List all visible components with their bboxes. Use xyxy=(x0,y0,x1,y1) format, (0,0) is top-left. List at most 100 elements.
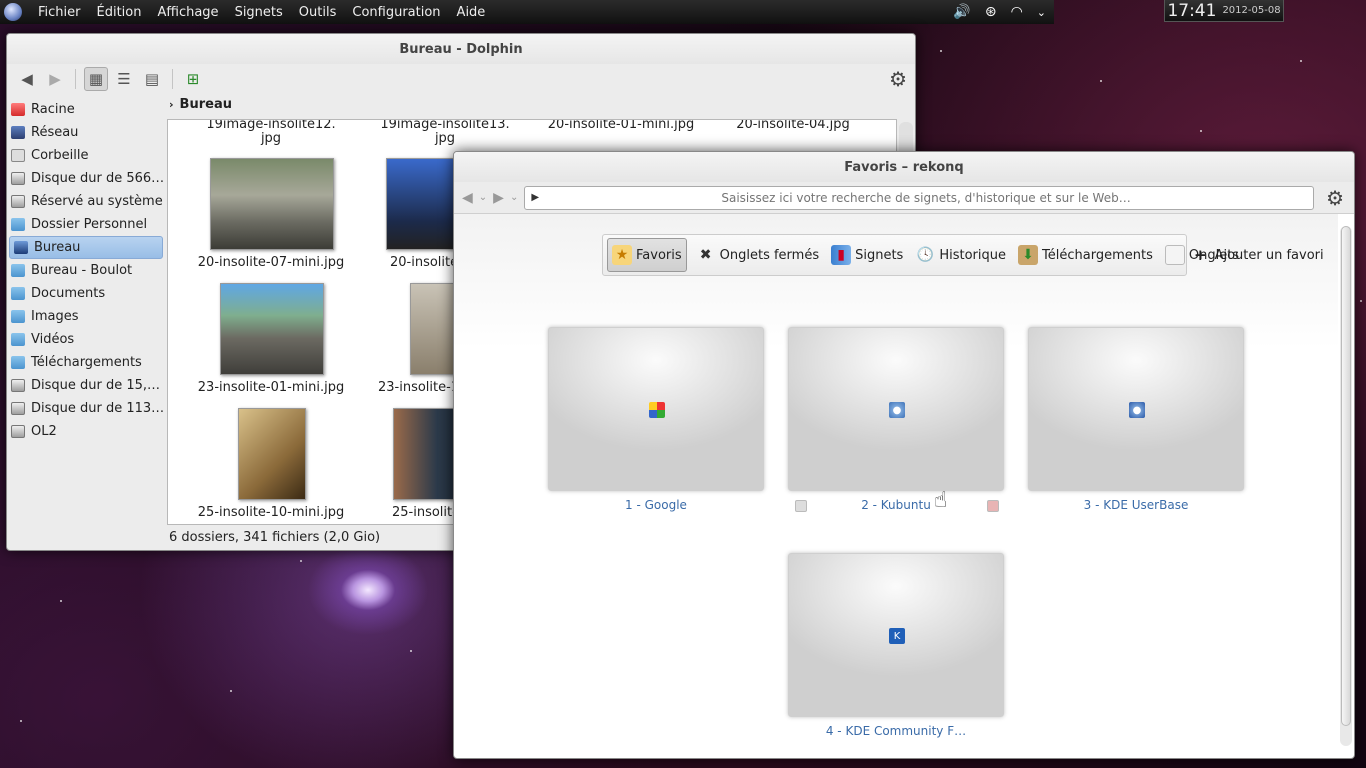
menu-signets[interactable]: Signets xyxy=(227,5,291,20)
back-icon[interactable]: ◀ xyxy=(15,67,39,91)
tile-remove-icon[interactable] xyxy=(987,500,999,512)
tab-label: Favoris xyxy=(636,247,682,263)
bookmarks-icon: ▮ xyxy=(831,245,852,265)
forward-icon[interactable]: ▶ xyxy=(493,190,504,206)
columns-view-icon[interactable]: ▤ xyxy=(140,67,164,91)
file-label[interactable]: 19image-insolite12. jpg xyxy=(186,120,356,146)
favorite-tile[interactable]: ● xyxy=(1028,327,1244,491)
add-favorite-button[interactable]: + Ajouter un favori xyxy=(1194,246,1324,264)
tab-label: Téléchargements xyxy=(1042,247,1153,263)
favorites-page: ★ Favoris ✖ Onglets fermés ▮ Signets 🕓 H… xyxy=(454,214,1338,754)
gear-icon[interactable]: ⚙ xyxy=(1326,186,1344,210)
place-item[interactable]: Téléchargements xyxy=(7,351,163,374)
place-item[interactable]: Documents xyxy=(7,282,163,305)
place-item[interactable]: Bureau - Boulot xyxy=(7,259,163,282)
kde-launcher-icon[interactable] xyxy=(4,3,22,21)
tab-historique[interactable]: 🕓 Historique xyxy=(912,241,1009,269)
place-item[interactable]: Disque dur de 566… xyxy=(7,167,163,190)
place-label: Bureau - Boulot xyxy=(31,263,133,278)
chevron-down-icon[interactable]: ⌄ xyxy=(510,192,518,203)
folder-icon xyxy=(11,356,25,369)
menu-affichage[interactable]: Affichage xyxy=(149,5,226,20)
favorite-label[interactable]: 2 - Kubuntu xyxy=(788,498,1004,512)
drive-icon xyxy=(11,195,25,208)
favorite-tile[interactable]: ● xyxy=(788,327,1004,491)
wifi-icon[interactable]: ◠ xyxy=(1011,4,1023,20)
place-item[interactable]: Images xyxy=(7,305,163,328)
tab-favoris[interactable]: ★ Favoris xyxy=(607,238,687,272)
file-label[interactable]: 20-insolite-07-mini.jpg xyxy=(186,256,356,270)
image-thumbnail[interactable] xyxy=(210,158,334,250)
place-label: Réservé au système xyxy=(31,194,163,209)
image-thumbnail[interactable] xyxy=(238,408,306,500)
place-item[interactable]: Vidéos xyxy=(7,328,163,351)
place-label: Bureau xyxy=(34,240,81,255)
menu-edition[interactable]: Édition xyxy=(89,5,150,20)
place-label: Disque dur de 113… xyxy=(31,401,163,416)
place-item[interactable]: Disque dur de 15,… xyxy=(7,374,163,397)
place-item[interactable]: Bureau xyxy=(9,236,163,259)
menu-fichier[interactable]: Fichier xyxy=(30,5,89,20)
menu-aide[interactable]: Aide xyxy=(449,5,494,20)
network-icon[interactable]: ⊛ xyxy=(985,4,997,20)
menu-configuration[interactable]: Configuration xyxy=(344,5,448,20)
menu-outils[interactable]: Outils xyxy=(291,5,345,20)
place-item[interactable]: Corbeille xyxy=(7,144,163,167)
gear-icon[interactable]: ⚙ xyxy=(889,67,907,91)
forward-icon[interactable]: ▶ xyxy=(43,67,67,91)
kde-icon: K xyxy=(889,628,905,644)
place-label: Images xyxy=(31,309,79,324)
page-scrollbar[interactable] xyxy=(1340,226,1352,746)
drive-icon xyxy=(11,425,25,438)
volume-icon[interactable]: 🔊 xyxy=(953,4,970,20)
tab-label: Historique xyxy=(939,247,1007,263)
chevron-right-icon: › xyxy=(169,98,174,111)
details-view-icon[interactable]: ☰ xyxy=(112,67,136,91)
icons-view-icon[interactable]: ▦ xyxy=(84,67,108,91)
file-label[interactable]: 19image-insolite13. jpg xyxy=(360,120,530,146)
chevron-down-icon[interactable]: ⌄ xyxy=(479,192,487,203)
place-item[interactable]: OL2 xyxy=(7,420,163,443)
chevron-down-icon[interactable]: ⌄ xyxy=(1037,6,1046,19)
split-view-icon[interactable]: ⊞ xyxy=(181,67,205,91)
window-title[interactable]: Favoris – rekonq xyxy=(454,152,1354,182)
scrollbar-handle[interactable] xyxy=(1341,226,1351,726)
place-label: Téléchargements xyxy=(31,355,142,370)
url-bar[interactable]: ▶ xyxy=(524,185,1315,210)
place-item[interactable]: Dossier Personnel xyxy=(7,213,163,236)
place-label: Vidéos xyxy=(31,332,75,347)
place-label: Dossier Personnel xyxy=(31,217,148,232)
rekonq-navbar: ◀ ⌄ ▶ ⌄ ▶ ⚙ xyxy=(454,182,1354,214)
file-label[interactable]: 20-insolite-04.jpg xyxy=(708,120,878,132)
favorite-label[interactable]: 3 - KDE UserBase xyxy=(1028,498,1244,512)
status-bar: 6 dossiers, 341 fichiers (2,0 Gio) xyxy=(169,530,381,545)
place-label: OL2 xyxy=(31,424,57,439)
place-item[interactable]: Racine xyxy=(7,98,163,121)
top-panel: Fichier Édition Affichage Signets Outils… xyxy=(0,0,1054,24)
breadcrumb[interactable]: › Bureau xyxy=(169,97,232,112)
folder-icon xyxy=(11,287,25,300)
system-tray: 🔊 ⊛ ◠ ⌄ xyxy=(953,4,1054,20)
file-label[interactable]: 23-insolite-01-mini.jpg xyxy=(186,381,356,395)
back-icon[interactable]: ◀ xyxy=(462,190,473,206)
tab-onglets-fermes[interactable]: ✖ Onglets fermés xyxy=(693,241,822,269)
hand-cursor-icon: ☝ xyxy=(934,488,948,513)
globe-icon: ● xyxy=(1129,402,1145,418)
place-item[interactable]: Réservé au système xyxy=(7,190,163,213)
favorite-tile[interactable] xyxy=(548,327,764,491)
file-label[interactable]: 20-insolite-01-mini.jpg xyxy=(536,120,706,132)
image-thumbnail[interactable] xyxy=(220,283,324,375)
tab-signets[interactable]: ▮ Signets xyxy=(828,241,906,269)
place-item[interactable]: Disque dur de 113… xyxy=(7,397,163,420)
window-title[interactable]: Bureau - Dolphin xyxy=(7,34,915,64)
file-label[interactable]: 25-insolite-10-mini.jpg xyxy=(186,506,356,520)
search-input[interactable] xyxy=(539,190,1314,205)
dolphin-toolbar: ◀ ▶ ▦ ☰ ▤ ⊞ ⚙ xyxy=(7,64,915,94)
place-item[interactable]: Réseau xyxy=(7,121,163,144)
favorite-label[interactable]: 1 - Google xyxy=(548,498,764,512)
clock-icon: 🕓 xyxy=(916,247,935,263)
favorite-label[interactable]: 4 - KDE Community F… xyxy=(788,724,1004,738)
favorite-tile[interactable]: K xyxy=(788,553,1004,717)
tab-telechargements[interactable]: ⬇ Téléchargements xyxy=(1015,241,1156,269)
clock[interactable]: 17:41 2012-05-08 xyxy=(1164,0,1284,22)
